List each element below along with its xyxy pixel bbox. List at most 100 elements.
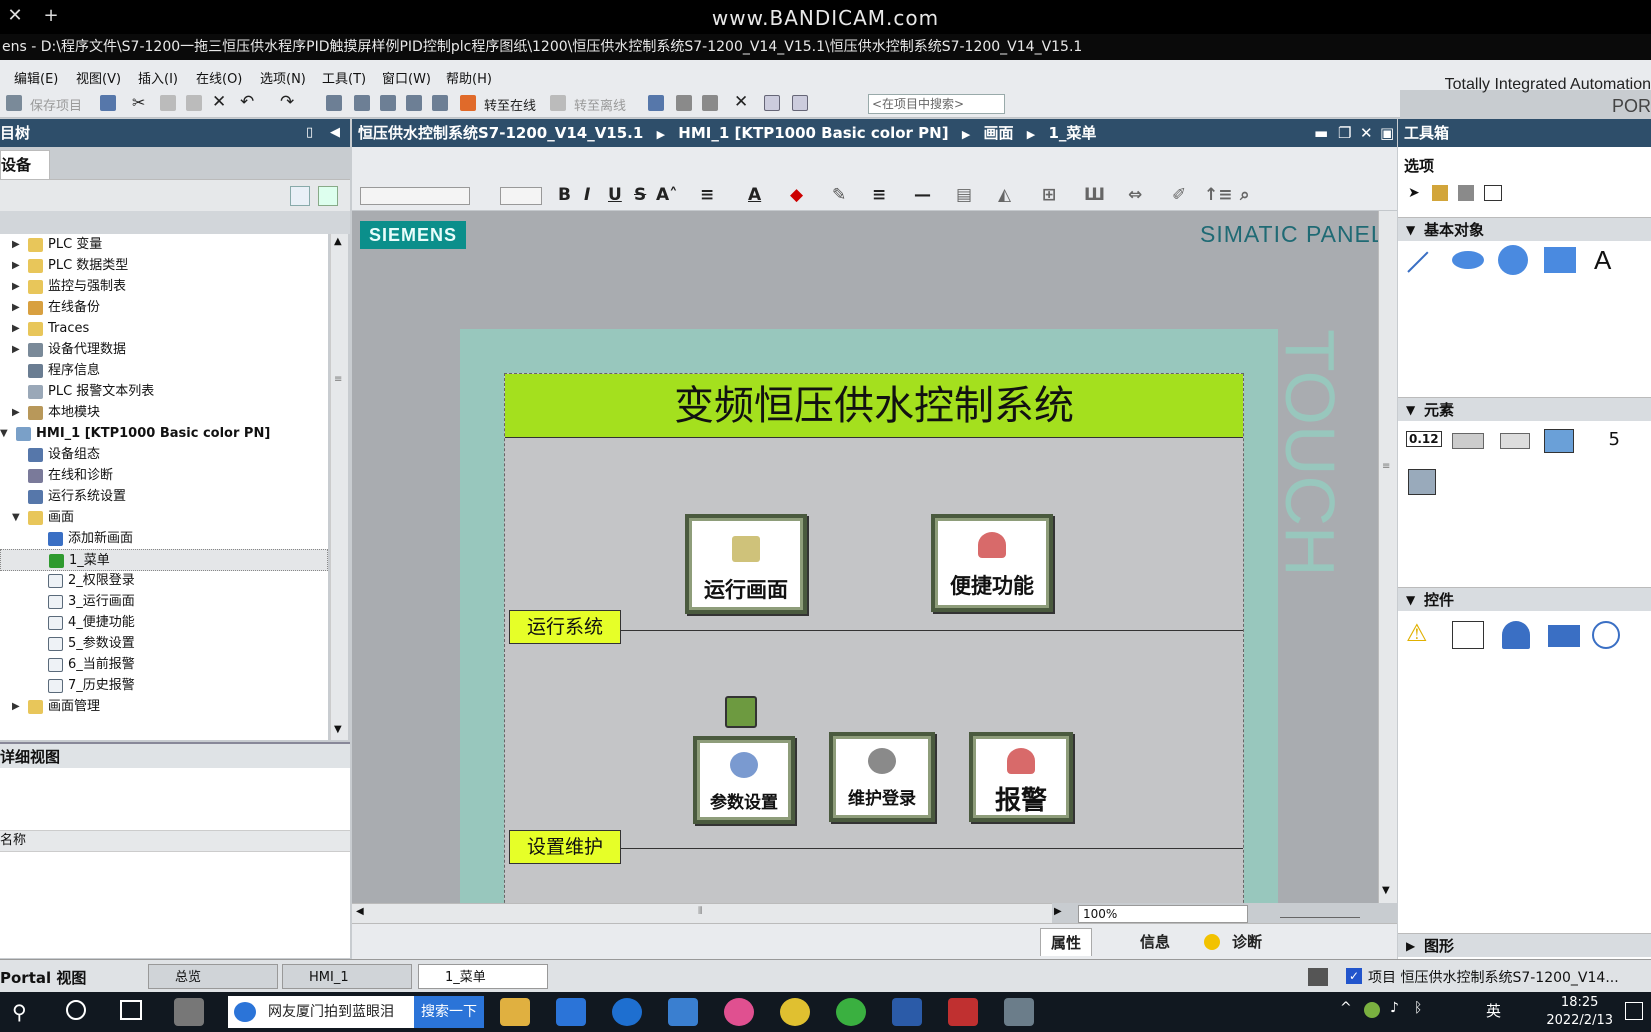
word-icon[interactable] <box>892 998 922 1026</box>
bar-tool[interactable] <box>1408 469 1436 495</box>
undo-icon[interactable]: ↶ <box>240 92 254 112</box>
tree-item[interactable]: ▶ 画面管理 <box>0 696 328 718</box>
close-tool-icon[interactable]: ✕ <box>734 92 748 112</box>
ime-indicator[interactable]: 英 <box>1486 1000 1501 1021</box>
tree-item[interactable]: ▶ Traces <box>0 318 328 340</box>
tree-item[interactable]: 3_运行画面 <box>0 591 328 613</box>
scroll-grip-icon[interactable]: ≡ <box>1382 461 1390 472</box>
notifications-icon[interactable] <box>1625 1002 1643 1020</box>
compare-icon[interactable] <box>702 95 718 111</box>
line-color-icon[interactable]: ✎ <box>832 185 846 205</box>
tree-item[interactable]: ▶ PLC 变量 <box>0 234 328 256</box>
go-online-icon[interactable] <box>460 95 476 111</box>
tree-item[interactable]: ▶ 本地模块 <box>0 402 328 424</box>
section-elements[interactable]: ▼ 元素 <box>1398 397 1651 421</box>
scroll-left-icon[interactable]: ◀ <box>356 906 364 917</box>
menu-window[interactable]: 窗口(W) <box>382 68 431 87</box>
bluetooth-icon[interactable]: ᛒ <box>1414 1000 1422 1016</box>
status-panel-icon[interactable] <box>1308 968 1328 986</box>
zoom-select[interactable]: 100% <box>1078 905 1248 923</box>
copy-icon[interactable] <box>160 95 176 111</box>
io-field-tool[interactable]: 0.12 <box>1406 431 1442 447</box>
section-basic-objects[interactable]: ▼ 基本对象 <box>1398 217 1651 241</box>
chevron-right-icon[interactable]: ▶ <box>12 402 22 424</box>
arrange-icon[interactable]: ▤ <box>956 185 972 205</box>
cut-icon[interactable]: ✂ <box>132 93 145 112</box>
taskbar-search-button[interactable]: 搜索一下 <box>414 996 484 1028</box>
editor-canvas[interactable]: SIEMENS SIMATIC PANEL TOUCH 变频恒压供水控制系统 运… <box>352 211 1378 903</box>
underline-button[interactable]: U <box>608 185 622 205</box>
tree-item[interactable]: 4_便捷功能 <box>0 612 328 634</box>
strikethrough-button[interactable]: S <box>634 185 646 205</box>
line-width-icon[interactable]: ≡ <box>872 185 886 205</box>
align-icon[interactable]: ≡ <box>700 185 714 205</box>
chevron-right-icon[interactable]: ▶ <box>12 318 22 340</box>
zoom-area-icon[interactable]: ⌕ <box>1240 185 1250 205</box>
cortana-icon[interactable] <box>66 1000 86 1020</box>
layer-icon[interactable]: ↑≡ <box>1204 185 1233 205</box>
toolbox-options[interactable]: 选项 <box>1404 155 1434 176</box>
font-family-select[interactable] <box>360 187 470 205</box>
accessible-devices-icon[interactable] <box>648 95 664 111</box>
chevron-right-icon[interactable]: ▶ <box>12 339 22 361</box>
rectangle-tool[interactable] <box>1544 247 1576 273</box>
detail-column-name[interactable]: 名称 <box>0 830 350 852</box>
monitor-icon[interactable] <box>676 95 692 111</box>
tree-item[interactable]: 1_菜单 <box>0 549 328 571</box>
chevron-right-icon[interactable]: ▶ <box>12 276 22 298</box>
tree-item[interactable]: ▶ 在线备份 <box>0 297 328 319</box>
font-color-icon[interactable]: A <box>748 185 761 205</box>
maximize-icon[interactable]: ▣ <box>1380 119 1394 147</box>
save-icon[interactable] <box>6 95 22 111</box>
photos-icon[interactable] <box>724 998 754 1026</box>
wechat-icon[interactable] <box>836 998 866 1026</box>
tree-item[interactable]: 设备组态 <box>0 444 328 466</box>
menu-online[interactable]: 在线(O) <box>196 68 242 87</box>
button-tool[interactable] <box>1452 433 1484 449</box>
store-icon[interactable] <box>668 998 698 1026</box>
distribute-icon[interactable]: Ш <box>1084 185 1105 205</box>
minimize-icon[interactable]: ▬ <box>1314 119 1328 147</box>
network-view-icon[interactable] <box>318 186 338 206</box>
chevron-right-icon[interactable]: ▶ <box>12 696 22 718</box>
pin-icon[interactable]: ▯ <box>306 119 313 147</box>
canvas-hscrollbar[interactable]: ◀ ⦀ ▶ <box>352 903 1062 923</box>
chevron-right-icon[interactable]: ▶ <box>12 234 22 256</box>
rotate-icon[interactable]: ◭ <box>998 185 1011 205</box>
split-vertical-icon[interactable] <box>792 95 808 111</box>
mail-icon[interactable] <box>556 998 586 1026</box>
tree-item[interactable]: ▶ 设备代理数据 <box>0 339 328 361</box>
project-search-input[interactable]: <在项目中搜索> <box>868 94 1005 114</box>
tree-item[interactable]: 2_权限登录 <box>0 570 328 592</box>
close-editor-icon[interactable]: ✕ <box>1360 119 1373 147</box>
go-offline-button[interactable]: 转至离线 <box>574 95 626 114</box>
font-grow-button[interactable]: A˄ <box>656 185 678 205</box>
align-objects-icon[interactable]: ⊞ <box>1042 185 1056 205</box>
tree-item[interactable]: 程序信息 <box>0 360 328 382</box>
breadcrumb-screens[interactable]: 画面 <box>984 124 1014 142</box>
collapse-left-icon[interactable]: ◀ <box>330 119 340 147</box>
portal-view-button[interactable]: Portal 视图 <box>0 967 86 988</box>
section-graphics[interactable]: ▶ 图形 <box>1398 933 1651 957</box>
simulate-icon[interactable] <box>406 95 422 111</box>
sysdiag-view-icon[interactable] <box>1592 621 1620 649</box>
paste-icon[interactable] <box>186 95 202 111</box>
run-screen-button[interactable]: 运行画面 <box>685 514 807 614</box>
detail-view-header[interactable]: 详细视图 <box>0 742 350 768</box>
download-icon[interactable] <box>354 95 370 111</box>
tree-item[interactable]: ▼ HMI_1 [KTP1000 Basic color PN] <box>0 423 328 445</box>
chevron-down-icon[interactable]: ▼ <box>12 507 22 529</box>
quick-function-button[interactable]: 便捷功能 <box>931 514 1053 612</box>
edge-icon[interactable] <box>612 998 642 1026</box>
menu-options[interactable]: 选项(N) <box>260 68 306 87</box>
canvas-vscrollbar[interactable]: ≡ ▼ <box>1378 211 1397 903</box>
scroll-up-icon[interactable]: ▲ <box>334 236 342 247</box>
format-painter-icon[interactable]: ✐ <box>1172 185 1186 205</box>
recipe-view-icon[interactable] <box>1548 625 1580 647</box>
menu-help[interactable]: 帮助(H) <box>446 68 492 87</box>
clock[interactable]: 18:25 2022/2/13 <box>1546 994 1613 1030</box>
line-style-icon[interactable]: — <box>914 185 931 205</box>
tree-item[interactable]: 6_当前报警 <box>0 654 328 676</box>
hmi-title[interactable]: 变频恒压供水控制系统 <box>505 374 1243 438</box>
same-size-icon[interactable]: ⇔ <box>1128 185 1142 205</box>
